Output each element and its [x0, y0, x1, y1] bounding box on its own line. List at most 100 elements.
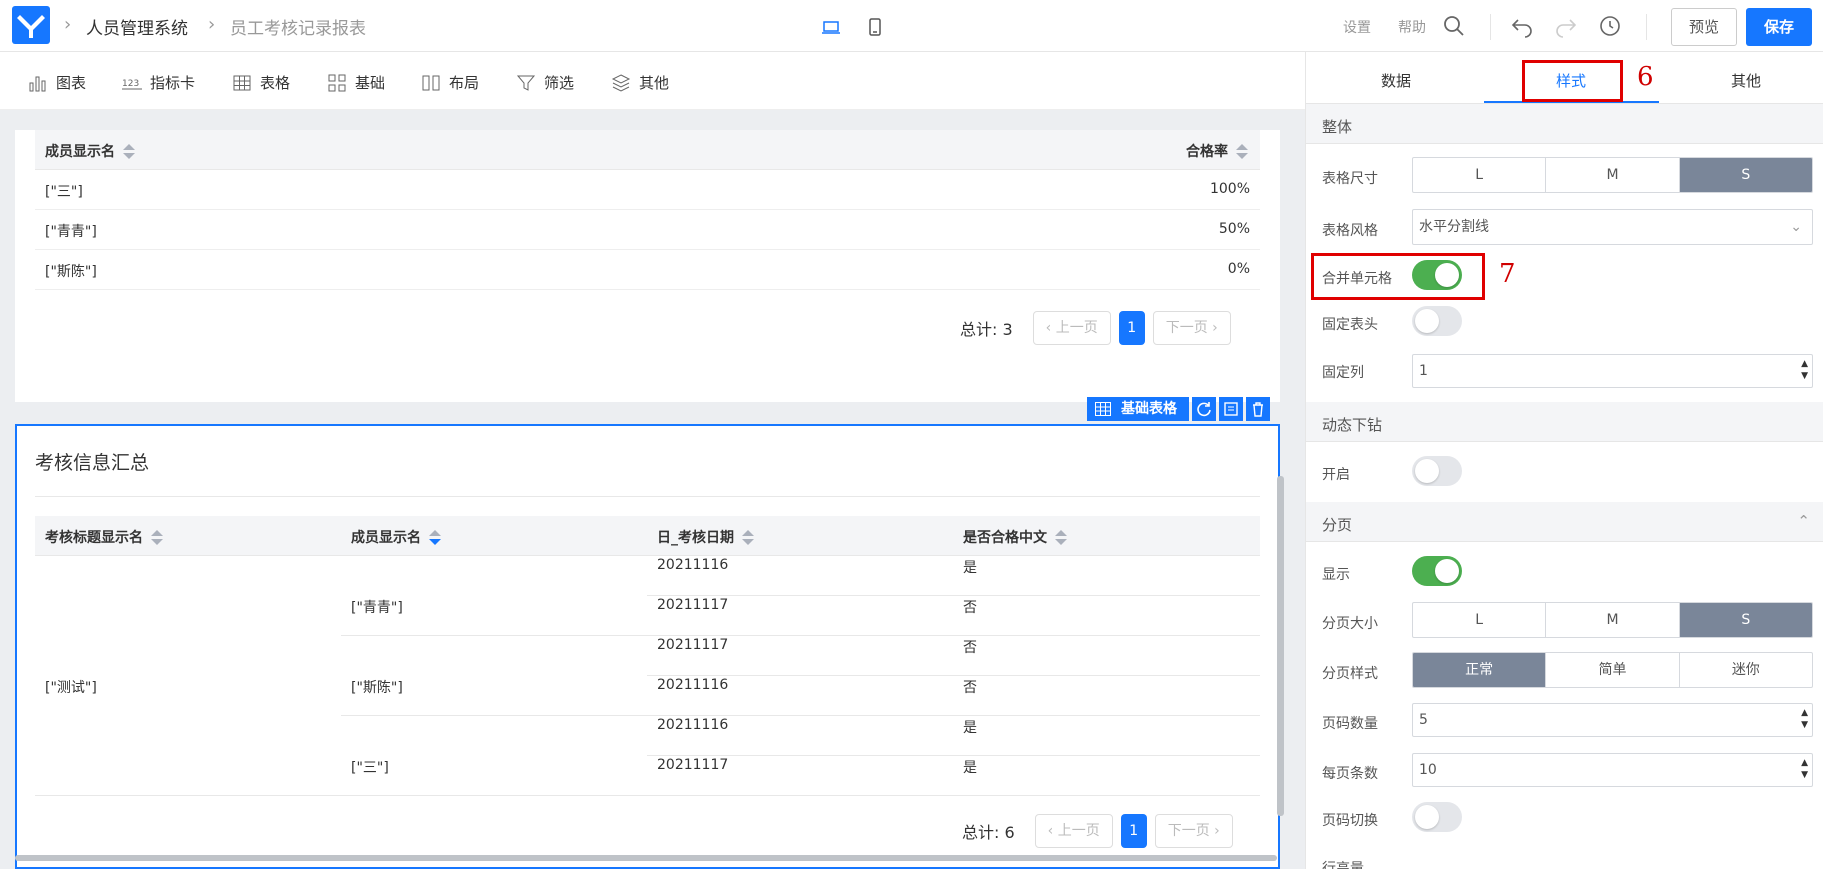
component-label: 表格: [260, 74, 291, 92]
size-option-s[interactable]: S: [1679, 158, 1812, 192]
vertical-scrollbar[interactable]: [1277, 476, 1284, 816]
section-drilldown: 动态下钻: [1306, 402, 1823, 442]
table-grid-icon: [1095, 402, 1111, 416]
table-row: ["三"] 100%: [35, 170, 1260, 210]
bar-chart-icon: [29, 76, 46, 91]
sort-icon[interactable]: [1055, 529, 1067, 545]
component-kpi-card[interactable]: 123 指标卡: [122, 72, 195, 93]
column-header[interactable]: 是否合格中文: [963, 527, 1067, 547]
member-pass-rate-table[interactable]: 成员显示名 合格率 ["三"] 100% ["青青"] 50% ["斯陈"] 0…: [15, 130, 1280, 402]
table-size-selector[interactable]: L M S: [1412, 157, 1813, 193]
size-option-l[interactable]: L: [1413, 603, 1547, 637]
table-style-select[interactable]: 水平分割线 ⌄: [1412, 209, 1813, 245]
pass-cell: 是: [963, 720, 977, 736]
history-icon[interactable]: [1598, 14, 1622, 38]
help-link[interactable]: 帮助: [1398, 17, 1426, 37]
copy-icon[interactable]: [1219, 397, 1243, 421]
input-value: 10: [1419, 762, 1437, 778]
divider: [1490, 14, 1491, 40]
drilldown-enable-label: 开启: [1322, 467, 1350, 483]
column-header[interactable]: 成员显示名: [45, 141, 135, 161]
section-pagination[interactable]: 分页 ⌃: [1306, 502, 1823, 542]
date-cell: 20211116: [657, 557, 729, 573]
fixed-header-toggle[interactable]: [1412, 306, 1462, 336]
search-icon[interactable]: [1442, 14, 1466, 38]
sort-icon[interactable]: [151, 529, 163, 545]
page-number[interactable]: 1: [1118, 311, 1145, 345]
date-cell: 20211117: [657, 597, 729, 613]
sort-icon[interactable]: [1236, 143, 1248, 159]
next-page-button[interactable]: 下一页 ›: [1154, 814, 1233, 848]
column-header[interactable]: 日_考核日期: [657, 527, 754, 547]
sort-icon[interactable]: [123, 143, 135, 159]
page-switch-toggle[interactable]: [1412, 802, 1462, 832]
column-header[interactable]: 成员显示名: [351, 527, 441, 547]
horizontal-scrollbar[interactable]: [15, 855, 1277, 861]
component-label: 图表: [56, 74, 87, 92]
next-page-button[interactable]: 下一页 ›: [1152, 311, 1231, 345]
highlight-box: [1311, 253, 1485, 300]
mobile-view-icon[interactable]: [864, 16, 886, 38]
pass-cell: 是: [963, 560, 977, 576]
stepper-icon[interactable]: ▲ ▼: [1801, 707, 1808, 731]
table-style-label: 表格风格: [1322, 223, 1378, 239]
prev-page-button[interactable]: ‹ 上一页: [1032, 311, 1111, 345]
component-chart[interactable]: 图表: [28, 72, 86, 93]
component-type-tag[interactable]: 基础表格: [1087, 397, 1189, 421]
size-option-l[interactable]: L: [1413, 158, 1547, 192]
component-label: 筛选: [544, 74, 575, 92]
row-divider: [647, 755, 1260, 756]
total-count: 总计: 6: [962, 823, 1015, 842]
desktop-view-icon[interactable]: [820, 16, 842, 38]
delete-icon[interactable]: [1246, 397, 1270, 421]
highlight-box: [1522, 60, 1623, 102]
chevron-up-icon[interactable]: ⌃: [1797, 512, 1810, 530]
date-cell: 20211117: [657, 757, 729, 773]
column-header[interactable]: 考核标题显示名: [45, 527, 163, 547]
style-option-mini[interactable]: 迷你: [1680, 653, 1812, 687]
member-name: ["三"]: [45, 184, 83, 200]
per-page-input[interactable]: 10 ▲ ▼: [1412, 753, 1813, 787]
table-title: 考核信息汇总: [35, 452, 150, 474]
component-layout[interactable]: 布局: [421, 72, 479, 93]
redo-icon[interactable]: [1554, 14, 1578, 38]
prev-page-button[interactable]: ‹ 上一页: [1034, 814, 1113, 848]
size-option-m[interactable]: M: [1546, 158, 1680, 192]
sort-icon[interactable]: [429, 529, 441, 545]
settings-link[interactable]: 设置: [1343, 17, 1371, 37]
blocks-icon: [328, 74, 346, 91]
size-option-s[interactable]: S: [1679, 603, 1812, 637]
drilldown-toggle[interactable]: [1412, 456, 1462, 486]
refresh-icon[interactable]: [1192, 397, 1216, 421]
column-header[interactable]: 合格率: [1186, 141, 1248, 161]
annotation-number: 6: [1637, 62, 1654, 92]
tab-data[interactable]: 数据: [1381, 70, 1411, 91]
component-filter[interactable]: 筛选: [516, 72, 574, 93]
component-table[interactable]: 表格: [232, 72, 290, 93]
stepper-icon[interactable]: ▲ ▼: [1801, 358, 1808, 382]
preview-button[interactable]: 预览: [1671, 8, 1737, 46]
component-basic[interactable]: 基础: [327, 72, 385, 93]
table-row: ["青青"] 50%: [35, 210, 1260, 250]
pagination-show-toggle[interactable]: [1412, 556, 1462, 586]
component-label: 布局: [449, 74, 480, 92]
page-number[interactable]: 1: [1120, 814, 1147, 848]
size-option-m[interactable]: M: [1546, 603, 1680, 637]
breadcrumb-app[interactable]: 人员管理系统: [86, 14, 188, 39]
assessment-summary-table[interactable]: 考核信息汇总 考核标题显示名 成员显示名 日_考核日期 是否合格中文 ["测试"…: [15, 424, 1280, 869]
page-size-selector[interactable]: L M S: [1412, 602, 1813, 638]
style-option-normal[interactable]: 正常: [1413, 653, 1547, 687]
page-style-selector[interactable]: 正常 简单 迷你: [1412, 652, 1813, 688]
component-other[interactable]: 其他: [611, 72, 669, 93]
save-button[interactable]: 保存: [1746, 8, 1812, 46]
tab-other[interactable]: 其他: [1731, 70, 1761, 91]
app-logo[interactable]: [12, 6, 50, 44]
page-count-input[interactable]: 5 ▲ ▼: [1412, 703, 1813, 737]
sort-icon[interactable]: [742, 529, 754, 545]
fixed-column-input[interactable]: 1 ▲ ▼: [1412, 354, 1813, 388]
style-option-simple[interactable]: 简单: [1546, 653, 1680, 687]
chevron-down-icon: ⌄: [1790, 219, 1802, 235]
number-123-icon: 123: [122, 79, 142, 89]
undo-icon[interactable]: [1510, 14, 1534, 38]
stepper-icon[interactable]: ▲ ▼: [1801, 757, 1808, 781]
